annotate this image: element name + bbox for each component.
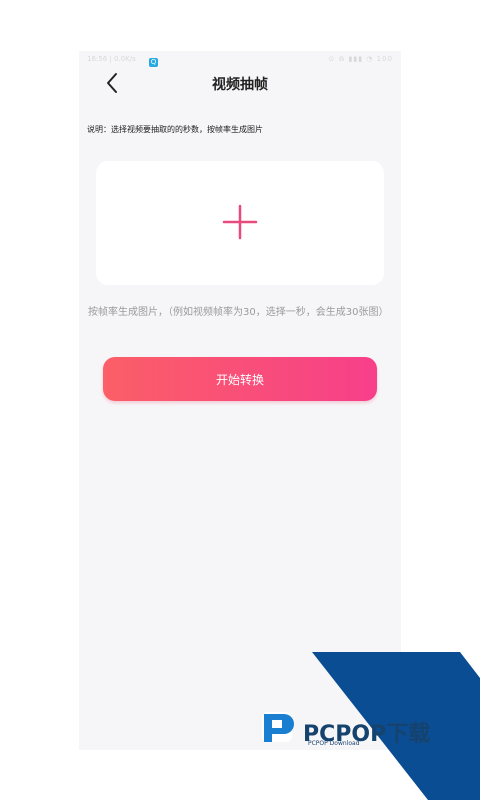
notification-app-icon: Q bbox=[149, 58, 158, 67]
status-bar: 16:56 | 0.0K/s Q ⊙ ⋒ ▮▮▮ ◔ 100 bbox=[79, 51, 401, 67]
start-convert-button[interactable]: 开始转换 bbox=[103, 357, 377, 401]
status-indicators: ⊙ ⋒ ▮▮▮ ◔ 100 bbox=[328, 55, 393, 63]
app-screen: 16:56 | 0.0K/s Q ⊙ ⋒ ▮▮▮ ◔ 100 视频抽帧 说明：选… bbox=[79, 51, 401, 750]
frame-rate-hint: 按帧率生成图片，（例如视频帧率为30，选择一秒，会生成30张图） bbox=[88, 307, 389, 318]
page-title: 视频抽帧 bbox=[212, 77, 268, 93]
instruction-text: 说明：选择视频要抽取的的秒数，按帧率生成图片 bbox=[87, 125, 263, 134]
plus-icon bbox=[222, 204, 258, 240]
video-upload-card[interactable] bbox=[96, 161, 384, 285]
status-time: 16:56 | 0.0K/s bbox=[87, 55, 136, 63]
